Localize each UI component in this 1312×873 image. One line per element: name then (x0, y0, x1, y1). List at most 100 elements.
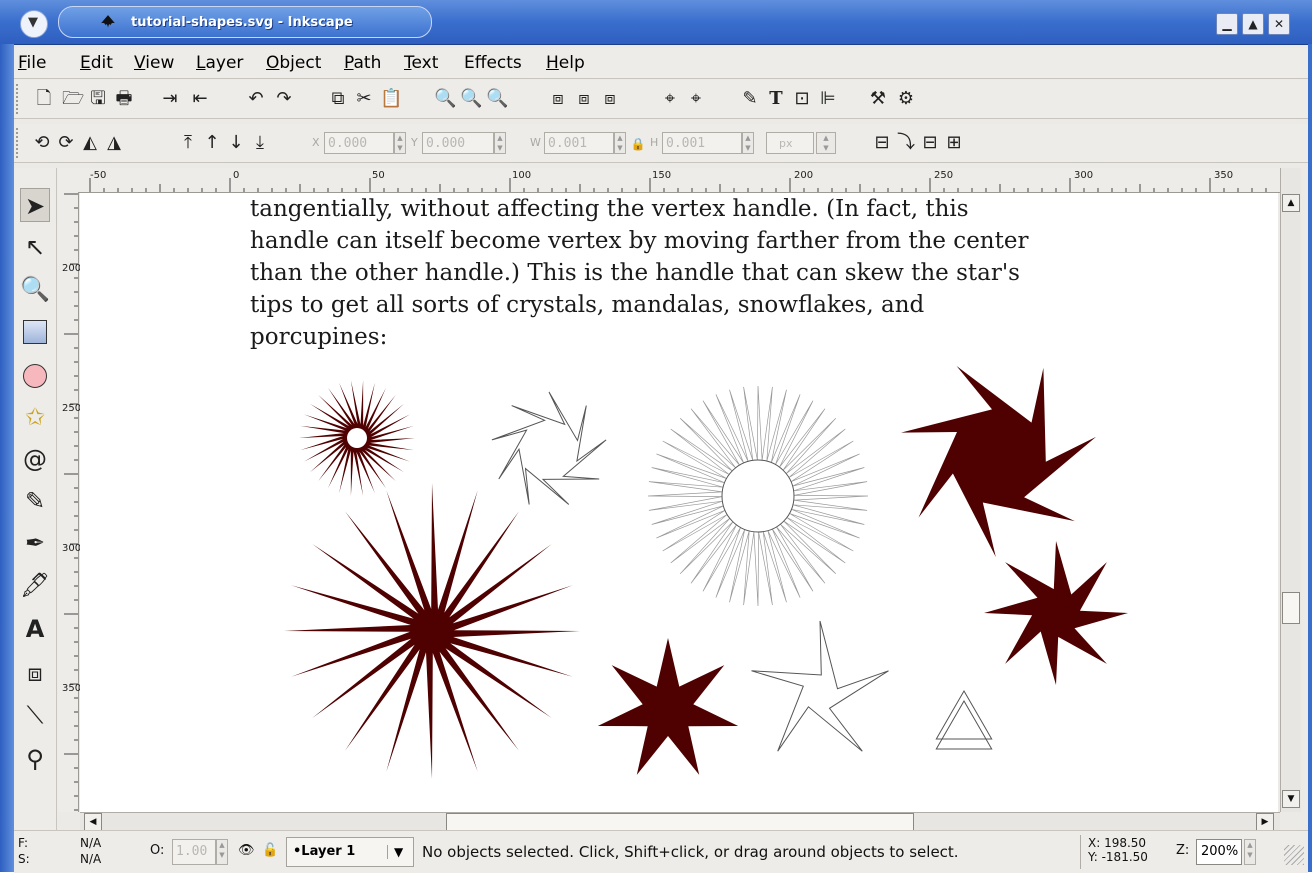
zoom-field[interactable]: 200% (1196, 839, 1242, 865)
vertical-scrollbar[interactable]: ▲ ▼ (1280, 168, 1301, 812)
paste-icon[interactable]: 📋 (380, 89, 402, 109)
scale-corners-icon[interactable]: ⤵ (896, 133, 916, 153)
document-properties-icon[interactable]: ⚙ (896, 89, 916, 109)
star-tool-icon[interactable]: ✩ (20, 400, 50, 434)
preferences-icon[interactable]: ⚒ (868, 89, 888, 109)
flip-vertical-icon[interactable]: ◮ (104, 133, 124, 153)
rectangle-tool-icon[interactable] (20, 314, 50, 348)
horizontal-scroll-thumb[interactable] (446, 813, 914, 831)
text-properties-icon[interactable]: T (766, 89, 786, 109)
cut-icon[interactable]: ✂ (354, 89, 374, 109)
zoom-drawing-icon[interactable]: 🔍 (460, 89, 482, 109)
w-spinner[interactable]: ▲ ▼ (614, 132, 626, 154)
duplicate-icon[interactable]: ⧉ (328, 89, 348, 109)
node-editor-icon[interactable]: ⌖ (660, 89, 680, 109)
menu-object[interactable]: Object (266, 53, 321, 73)
horizontal-ruler[interactable]: -50 0 50 100 150 200 250 300 350 🔍 (78, 168, 1297, 193)
x-field[interactable]: 0.000 (324, 132, 394, 154)
connector-tool-icon[interactable]: ⧈ (20, 656, 50, 690)
calligraphy-tool-icon[interactable]: 🖋 (20, 568, 50, 602)
x-spinner[interactable]: ▲ ▼ (394, 132, 406, 154)
scroll-down-button[interactable]: ▼ (1282, 790, 1300, 808)
scroll-left-button[interactable]: ◀ (84, 813, 102, 831)
move-gradients-icon[interactable]: ⊟ (920, 133, 940, 153)
unit-select-arrow[interactable]: ▲ ▼ (816, 132, 836, 154)
raise-icon[interactable]: ↑ (202, 133, 222, 153)
scroll-up-button[interactable]: ▲ (1282, 194, 1300, 212)
import-icon[interactable]: ⇥ (160, 89, 180, 109)
flip-horizontal-icon[interactable]: ◭ (80, 133, 100, 153)
menu-edit[interactable]: Edit (80, 53, 113, 73)
lower-to-bottom-icon[interactable]: ⤓ (250, 133, 270, 153)
opacity-field[interactable]: 1.00 (172, 839, 216, 865)
lock-icon[interactable]: 🔒 (628, 134, 648, 154)
save-icon[interactable]: 🖫 (88, 89, 108, 109)
rotate-cw-icon[interactable]: ⟳ (56, 133, 76, 153)
menu-help[interactable]: Help (546, 53, 585, 73)
raise-to-top-icon[interactable]: ⤒ (178, 133, 198, 153)
horizontal-scrollbar[interactable]: ◀ ▶ (80, 812, 1280, 831)
drawing-canvas[interactable]: tangentially, without affecting the vert… (80, 193, 1278, 812)
scroll-right-button[interactable]: ▶ (1256, 813, 1274, 831)
menu-path[interactable]: Path (344, 53, 381, 73)
toolbar-grip[interactable] (16, 84, 24, 114)
layer-visibility-icon[interactable]: 👁 (238, 843, 255, 858)
h-field[interactable]: 0.001 (662, 132, 742, 154)
ungroup-icon[interactable]: ⧈ (574, 89, 594, 109)
clone-icon[interactable]: ⧈ (600, 89, 620, 109)
selector-tool-icon[interactable]: ➤ (20, 188, 50, 222)
spiral-tool-icon[interactable]: @ (20, 442, 50, 476)
y-spinner[interactable]: ▲ ▼ (494, 132, 506, 154)
pen-tool-icon[interactable]: ✒ (20, 526, 50, 560)
text-tool-icon[interactable]: A (20, 612, 50, 646)
menu-layer[interactable]: Layer (196, 53, 243, 73)
toolbar-grip-2[interactable] (16, 128, 24, 158)
node-tool-icon[interactable]: ↖ (20, 230, 50, 264)
dropper-tool-icon[interactable]: ⚲ (20, 742, 50, 776)
unit-select[interactable]: px (766, 132, 814, 154)
fill-editor-icon[interactable]: ⌖ (686, 89, 706, 109)
opacity-spinner[interactable]: ▲ ▼ (216, 839, 228, 865)
h-spinner[interactable]: ▲ ▼ (742, 132, 754, 154)
group-icon[interactable]: ⧈ (548, 89, 568, 109)
new-document-icon[interactable]: 🗋 (34, 89, 54, 109)
title-bar[interactable]: ▼ tutorial-shapes.svg - Inkscape ▁ ▲ ✕ (0, 0, 1312, 45)
y-field[interactable]: 0.000 (422, 132, 494, 154)
fill-stroke-icon[interactable]: ✎ (740, 89, 760, 109)
window-menu-button[interactable]: ▼ (20, 10, 48, 38)
w-field[interactable]: 0.001 (544, 132, 614, 154)
title-pill: tutorial-shapes.svg - Inkscape (58, 6, 432, 38)
lower-icon[interactable]: ↓ (226, 133, 246, 153)
menu-text[interactable]: Text (404, 53, 438, 73)
xml-editor-icon[interactable]: ⊡ (792, 89, 812, 109)
minimize-button[interactable]: ▁ (1216, 13, 1238, 35)
zoom-tool-icon[interactable]: 🔍 (20, 272, 50, 306)
layer-selector[interactable]: •Layer 1 ▼ (286, 837, 414, 867)
zoom-page-icon[interactable]: 🔍 (486, 89, 508, 109)
pencil-tool-icon[interactable]: ✎ (20, 484, 50, 518)
export-icon[interactable]: ⇤ (190, 89, 210, 109)
rotate-ccw-icon[interactable]: ⟲ (32, 133, 52, 153)
menu-file[interactable]: File (18, 53, 46, 73)
align-icon[interactable]: ⊫ (818, 89, 838, 109)
layer-lock-icon[interactable]: 🔓 (262, 843, 278, 858)
vertical-ruler[interactable]: 200 250 300 350 (58, 192, 81, 812)
gradient-tool-icon[interactable]: ⟍ (20, 698, 50, 732)
menu-view[interactable]: View (134, 53, 174, 73)
open-icon[interactable]: 🗁 (62, 89, 84, 109)
menu-effects[interactable]: Effects (464, 53, 522, 73)
print-icon[interactable]: 🖶 (114, 89, 134, 109)
fill-indicator[interactable]: N/A (80, 837, 101, 850)
zoom-spinner[interactable]: ▲ ▼ (1244, 839, 1256, 865)
move-patterns-icon[interactable]: ⊞ (944, 133, 964, 153)
vertical-scroll-thumb[interactable] (1282, 592, 1300, 624)
resize-grip[interactable] (1284, 845, 1304, 865)
undo-icon[interactable]: ↶ (246, 89, 266, 109)
zoom-selection-icon[interactable]: 🔍 (434, 89, 456, 109)
close-button[interactable]: ✕ (1268, 13, 1290, 35)
scale-stroke-icon[interactable]: ⊟ (872, 133, 892, 153)
redo-icon[interactable]: ↷ (274, 89, 294, 109)
ellipse-tool-icon[interactable] (20, 358, 50, 392)
maximize-button[interactable]: ▲ (1242, 13, 1264, 35)
stroke-indicator[interactable]: N/A (80, 853, 101, 866)
